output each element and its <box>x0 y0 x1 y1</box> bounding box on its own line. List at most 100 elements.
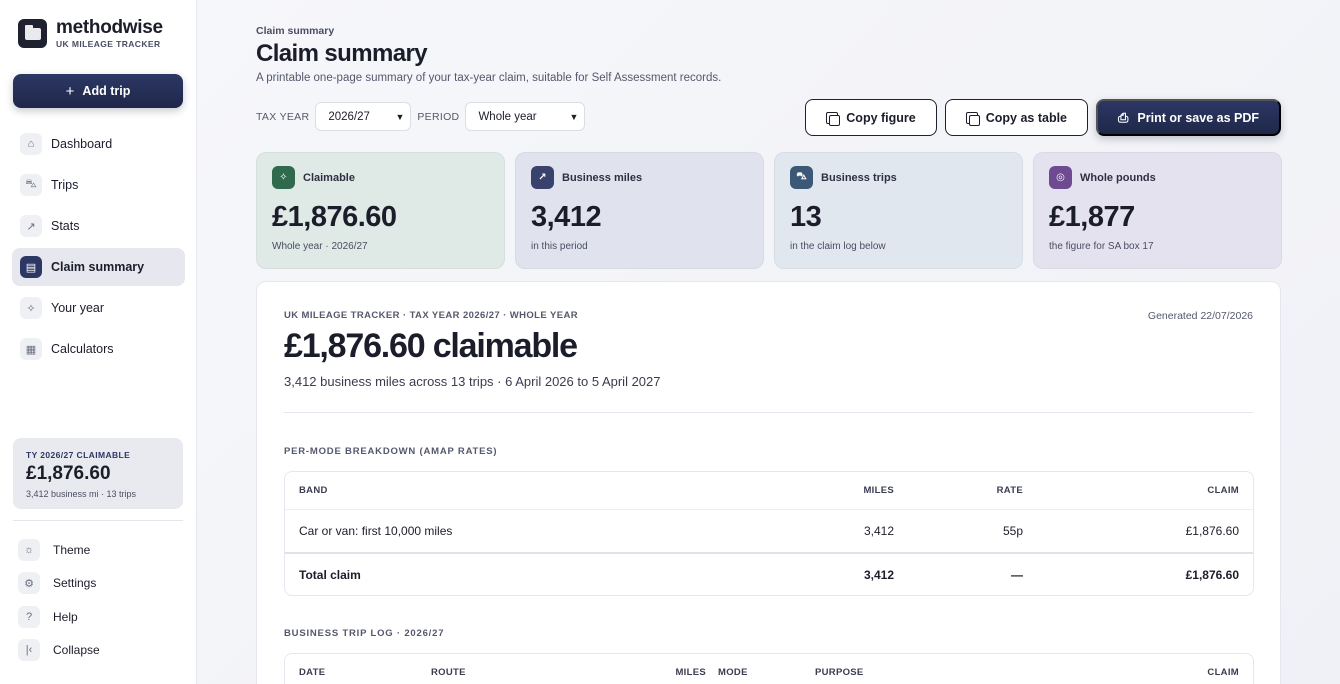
col-date: DATE <box>299 667 326 678</box>
page-title: Claim summary <box>256 40 428 67</box>
trend-icon: ↗ <box>531 166 554 189</box>
trend-icon: ↗ <box>20 215 42 237</box>
chevron-down-icon: ▼ <box>569 111 579 122</box>
tax-year-claimable-card: TY 2026/27 CLAIMABLE £1,876.60 3,412 bus… <box>13 438 183 509</box>
car-icon: ⛍ <box>790 166 813 189</box>
print-label: Print or save as PDF <box>1137 110 1259 125</box>
brand-subtitle: UK MILEAGE TRACKER <box>56 39 161 49</box>
col-route: ROUTE <box>431 667 466 678</box>
ty-card-sub: 3,412 business mi · 13 trips <box>26 489 137 499</box>
cell-miles: 3,412 <box>863 567 894 582</box>
sidebar-item-dashboard[interactable]: ⌂ Dashboard <box>12 125 185 163</box>
collapse-label: Collapse <box>53 643 100 658</box>
period-select[interactable]: Whole year ▼ <box>465 102 586 131</box>
cell-band: Total claim <box>299 567 361 582</box>
copy-figure-button[interactable]: Copy figure <box>805 99 937 136</box>
stat-value: 13 <box>790 201 822 233</box>
sidebar-item-label: Stats <box>51 219 80 233</box>
sidebar-item-label: Dashboard <box>51 137 113 151</box>
sidebar-item-claim-summary[interactable]: ▤ Claim summary <box>12 248 185 286</box>
print-pdf-button[interactable]: ⎙ Print or save as PDF <box>1096 99 1281 136</box>
sidebar-item-calculators[interactable]: ▦ Calculators <box>12 330 185 368</box>
cell-rate: — <box>1011 567 1023 582</box>
main-content: Claim summary Claim summary A printable … <box>197 0 1340 684</box>
chevron-down-icon: ▼ <box>395 111 405 122</box>
help-button[interactable]: ? Help <box>18 600 183 634</box>
sidebar-item-label: Your year <box>51 301 105 315</box>
table-row: Car or van: first 10,000 miles 3,412 55p… <box>285 509 1253 552</box>
copy-table-label: Copy as table <box>985 110 1068 125</box>
stat-value: £1,876.60 <box>272 201 397 233</box>
copy-figure-label: Copy figure <box>846 110 916 125</box>
calculator-icon: ▦ <box>20 338 42 360</box>
stat-sub: Whole year · 2026/27 <box>272 241 368 252</box>
cell-rate: 55p <box>1002 524 1023 538</box>
stat-title: Whole pounds <box>1080 171 1156 184</box>
gear-icon: ⚙ <box>18 572 40 595</box>
help-icon: ? <box>18 605 40 628</box>
sidebar-nav: ⌂ Dashboard ⛍ Trips ↗ Stats ▤ Claim summ… <box>12 125 185 371</box>
summary-headline: £1,876.60 claimable <box>284 327 578 365</box>
add-trip-button[interactable]: + Add trip <box>13 74 183 108</box>
stat-title: Business miles <box>562 171 643 184</box>
stat-value: £1,877 <box>1049 201 1135 233</box>
printer-icon: ⎙ <box>1118 109 1129 125</box>
breakdown-table: BAND MILES RATE CLAIM Car or van: first … <box>284 471 1254 596</box>
col-rate: RATE <box>996 485 1023 496</box>
sparkle-icon: ✧ <box>272 166 295 189</box>
theme-button[interactable]: ☼ Theme <box>18 533 183 567</box>
generated-date: Generated 22/07/2026 <box>1147 310 1253 322</box>
tax-year-value: 2026/27 <box>328 110 370 123</box>
sidebar-item-stats[interactable]: ↗ Stats <box>12 207 185 245</box>
stat-title: Claimable <box>303 171 355 184</box>
sun-icon: ☼ <box>18 538 40 561</box>
theme-label: Theme <box>53 542 91 557</box>
sidebar-item-your-year[interactable]: ✧ Your year <box>12 289 185 327</box>
stat-title: Business trips <box>821 171 897 184</box>
period-label: PERIOD <box>417 110 460 123</box>
period-value: Whole year <box>478 110 537 123</box>
sidebar-item-trips[interactable]: ⛍ Trips <box>12 166 185 204</box>
collapse-icon: |‹ <box>18 639 40 662</box>
trip-log-table: DATE ROUTE MILES MODE PURPOSE CLAIM <box>284 653 1254 684</box>
sidebar-item-label: Trips <box>51 178 79 192</box>
sidebar-item-label: Claim summary <box>51 260 145 274</box>
stat-card-business-trips: ⛍ Business trips 13 in the claim log bel… <box>774 152 1023 269</box>
sidebar: methodwise UK MILEAGE TRACKER + Add trip… <box>0 0 197 684</box>
breadcrumb: Claim summary <box>256 25 335 37</box>
col-claim: CLAIM <box>1207 667 1239 678</box>
target-icon: ◎ <box>1049 166 1072 189</box>
table-header: DATE ROUTE MILES MODE PURPOSE CLAIM <box>285 654 1253 684</box>
brand-logo-icon <box>18 19 47 48</box>
cell-claim: £1,876.60 <box>1185 524 1239 538</box>
col-mode: MODE <box>718 667 748 678</box>
summary-kicker: UK MILEAGE TRACKER · TAX YEAR 2026/27 · … <box>284 310 578 321</box>
stat-card-claimable: ✧ Claimable £1,876.60 Whole year · 2026/… <box>256 152 505 269</box>
sidebar-bottom-nav: ☼ Theme ⚙ Settings ? Help |‹ Collapse <box>18 533 183 667</box>
stat-sub: in this period <box>531 241 588 252</box>
summary-subline: 3,412 business miles across 13 trips · 6… <box>284 374 661 389</box>
ty-card-amount: £1,876.60 <box>26 463 111 484</box>
tax-year-label: TAX YEAR <box>256 110 310 123</box>
tax-year-select[interactable]: 2026/27 ▼ <box>315 102 412 131</box>
stat-sub: the figure for SA box 17 <box>1049 241 1154 252</box>
page-description: A printable one-page summary of your tax… <box>256 72 722 84</box>
ty-card-label: TY 2026/27 CLAIMABLE <box>26 450 131 460</box>
col-band: BAND <box>299 485 328 496</box>
collapse-button[interactable]: |‹ Collapse <box>18 634 183 668</box>
stat-sub: in the claim log below <box>790 241 886 252</box>
col-purpose: PURPOSE <box>815 667 864 678</box>
sidebar-item-label: Calculators <box>51 342 114 356</box>
brand[interactable]: methodwise UK MILEAGE TRACKER <box>18 18 163 49</box>
help-label: Help <box>53 609 78 624</box>
breakdown-heading: PER-MODE BREAKDOWN (AMAP RATES) <box>284 446 498 457</box>
table-total-row: Total claim 3,412 — £1,876.60 <box>285 552 1253 595</box>
add-trip-label: Add trip <box>82 84 131 98</box>
settings-button[interactable]: ⚙ Settings <box>18 567 183 601</box>
copy-as-table-button[interactable]: Copy as table <box>944 99 1089 136</box>
car-icon: ⛍ <box>20 174 42 196</box>
brand-name: methodwise <box>56 17 163 38</box>
filter-controls: TAX YEAR 2026/27 ▼ PERIOD Whole year ▼ <box>256 102 586 131</box>
sparkle-icon: ✧ <box>20 297 42 319</box>
action-buttons: Copy figure Copy as table ⎙ Print or sav… <box>805 99 1281 136</box>
